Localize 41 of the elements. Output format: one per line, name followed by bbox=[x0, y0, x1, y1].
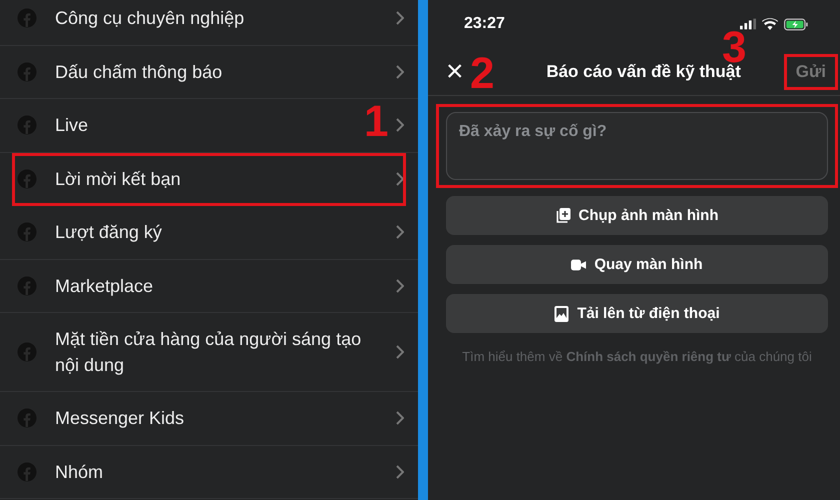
facebook-logo-icon bbox=[17, 168, 37, 189]
step-number: 1 bbox=[364, 100, 388, 144]
facebook-logo-icon bbox=[17, 222, 37, 242]
menu-item[interactable]: Mặt tiền cửa hàng của người sáng tạo nội dung bbox=[0, 313, 418, 392]
menu-item[interactable]: Dấu chấm thông báo bbox=[0, 46, 418, 99]
action-button[interactable]: Chụp ảnh màn hình bbox=[446, 196, 828, 235]
facebook-logo-icon bbox=[17, 462, 37, 482]
menu-item[interactable]: Lượt đăng ký bbox=[0, 206, 418, 260]
chevron-right-icon bbox=[396, 411, 404, 426]
chevron-right-icon bbox=[396, 64, 404, 79]
chevron-right-icon bbox=[396, 11, 404, 26]
copy-plus-icon bbox=[556, 208, 570, 224]
chevron-right-icon bbox=[396, 172, 404, 186]
facebook-logo-icon bbox=[17, 8, 37, 28]
wifi-icon bbox=[762, 18, 778, 30]
signal-icon bbox=[740, 18, 756, 30]
action-button[interactable]: Tải lên từ điện thoại bbox=[446, 294, 828, 333]
privacy-note: Tìm hiểu thêm về Chính sách quyền riêng tư của chúng tôi bbox=[461, 349, 813, 365]
issue-text-field[interactable]: Đã xảy ra sự cố gì? bbox=[446, 112, 828, 180]
close-button[interactable]: × bbox=[446, 56, 464, 86]
menu-item[interactable]: Marketplace bbox=[0, 260, 418, 313]
video-camera-icon bbox=[571, 256, 586, 272]
image-icon bbox=[554, 306, 570, 322]
chevron-right-icon bbox=[396, 118, 404, 132]
chevron-right-icon bbox=[396, 225, 404, 240]
chevron-right-icon bbox=[396, 345, 404, 359]
facebook-logo-icon bbox=[17, 342, 37, 362]
facebook-logo-icon bbox=[17, 408, 37, 428]
chevron-right-icon bbox=[396, 278, 404, 293]
facebook-logo-icon bbox=[17, 276, 37, 296]
facebook-logo-icon bbox=[17, 62, 37, 82]
status-time: 23:27 bbox=[464, 15, 506, 33]
menu-item[interactable]: Messenger Kids bbox=[0, 392, 418, 446]
facebook-logo-icon bbox=[17, 115, 37, 136]
chevron-right-icon bbox=[396, 464, 404, 479]
action-button[interactable]: Quay màn hình bbox=[446, 245, 828, 284]
menu-item[interactable]: Công cụ chuyên nghiệp bbox=[0, 0, 418, 46]
battery-charging-icon bbox=[784, 18, 808, 30]
step-number: 2 bbox=[470, 52, 494, 96]
menu-item[interactable]: Lời mời kết bạn bbox=[12, 152, 406, 206]
menu-item[interactable]: Nhóm bbox=[0, 446, 418, 499]
